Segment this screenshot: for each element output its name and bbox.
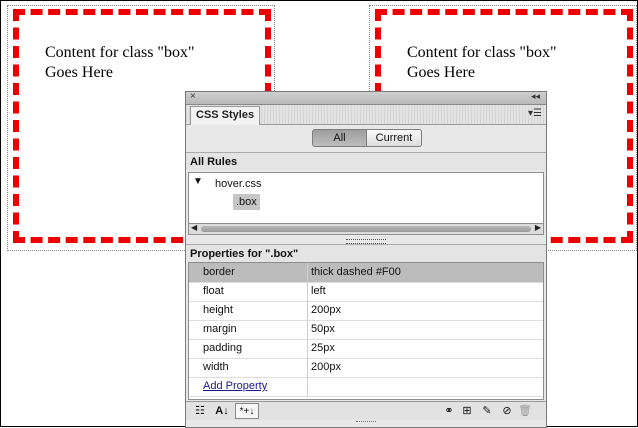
property-value[interactable]: thick dashed #F00 (311, 263, 401, 282)
property-row[interactable]: height 200px (189, 301, 543, 321)
property-row[interactable]: border thick dashed #F00 (189, 263, 543, 283)
disable-property-icon[interactable]: ⊘ (500, 403, 514, 419)
add-property-row: Add Property (189, 377, 543, 397)
box-text-line2: Goes Here (407, 64, 475, 81)
rule-item-selected[interactable]: .box (233, 194, 260, 210)
properties-table: border thick dashed #F00 float left heig… (188, 262, 544, 400)
tab-css-styles[interactable]: CSS Styles (190, 106, 261, 125)
scroll-right-arrow-icon[interactable]: ▶ (535, 223, 541, 232)
column-divider (307, 339, 308, 358)
column-divider (307, 377, 308, 396)
property-name: padding (203, 342, 243, 354)
property-row[interactable]: float left (189, 282, 543, 302)
property-value[interactable]: 200px (311, 301, 341, 320)
alphabetical-view-icon[interactable]: A↓ (212, 403, 232, 419)
category-view-icon[interactable]: ☷ (192, 403, 208, 419)
panel-resize-grip[interactable] (356, 421, 376, 424)
current-toggle-button[interactable]: Current (367, 129, 422, 147)
property-row[interactable]: width 200px (189, 358, 543, 378)
css-styles-panel: × ◂◂ CSS Styles ▾☰ All Current All Rules… (185, 91, 547, 428)
new-css-rule-icon[interactable]: ⊞ (460, 403, 474, 419)
collapse-icon[interactable]: ◂◂ (531, 92, 540, 102)
box-text-line1: Content for class "box" (407, 44, 557, 61)
box-text: Content for class "box" Goes Here (407, 43, 556, 83)
column-divider (307, 358, 308, 377)
panel-tab-bar: CSS Styles ▾☰ (186, 105, 546, 125)
box-text: Content for class "box" Goes Here (45, 43, 194, 83)
edit-rule-icon[interactable]: ✎ (480, 403, 494, 419)
stylesheet-item[interactable]: hover.css (215, 178, 261, 190)
rules-tree: ▼ hover.css .box (188, 172, 544, 224)
properties-header: Properties for ".box" (186, 244, 546, 262)
attach-stylesheet-icon[interactable]: ⚭ (442, 403, 456, 419)
property-name: float (203, 285, 224, 297)
scroll-left-arrow-icon[interactable]: ◀ (191, 223, 197, 232)
delete-rule-icon[interactable]: 🗑 (518, 403, 532, 419)
property-value[interactable]: 25px (311, 339, 335, 358)
close-icon[interactable]: × (190, 92, 196, 102)
property-row[interactable]: margin 50px (189, 320, 543, 340)
horizontal-scrollbar[interactable]: ◀ ▶ (188, 223, 544, 235)
property-value[interactable]: left (311, 282, 326, 301)
column-divider (307, 282, 308, 301)
disclosure-triangle-icon[interactable]: ▼ (193, 176, 203, 187)
panel-menu-icon[interactable]: ▾☰ (528, 108, 542, 119)
column-divider (307, 263, 308, 282)
panel-bottom-toolbar: ☷ A↓ *+↓ ⚭ ⊞ ✎ ⊘ 🗑 (186, 401, 546, 420)
column-divider (307, 320, 308, 339)
all-rules-header: All Rules (186, 152, 546, 170)
scroll-thumb[interactable] (201, 226, 531, 232)
box-text-line1: Content for class "box" (45, 44, 195, 61)
property-value[interactable]: 200px (311, 358, 341, 377)
design-view: Content for class "box" Goes Here Conten… (0, 0, 638, 428)
property-name: margin (203, 323, 237, 335)
property-value[interactable]: 50px (311, 320, 335, 339)
property-row[interactable]: padding 25px (189, 339, 543, 359)
column-divider (307, 301, 308, 320)
panel-title-bar[interactable]: × ◂◂ (186, 92, 546, 105)
set-properties-view-icon[interactable]: *+↓ (235, 403, 259, 419)
all-toggle-button[interactable]: All (312, 129, 367, 147)
property-name: border (203, 266, 235, 278)
add-property-link[interactable]: Add Property (203, 377, 267, 396)
property-name: width (203, 361, 229, 373)
box-text-line2: Goes Here (45, 64, 113, 81)
property-name: height (203, 304, 233, 316)
